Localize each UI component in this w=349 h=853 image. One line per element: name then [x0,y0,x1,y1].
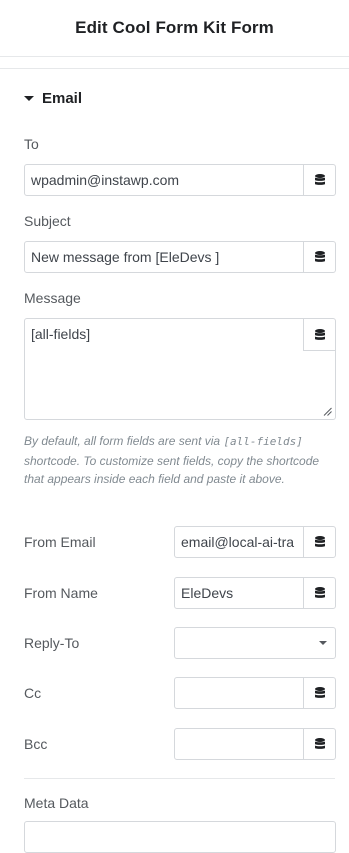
help-note-code: [all-fields] [223,435,303,448]
help-note-after: shortcode. To customize sent fields, cop… [24,453,320,487]
from-email-label: From Email [24,534,96,550]
message-dynamic-tags-button[interactable] [303,319,335,351]
help-note-before: By default, all form fields are sent via [24,434,224,448]
database-icon [314,687,325,698]
cc-dynamic-tags-button[interactable] [303,678,335,708]
panel-header: Edit Cool Form Kit Form [0,0,349,57]
database-icon [314,536,325,547]
from-email-input[interactable]: email@local-ai-tra [181,527,301,557]
database-icon [314,738,325,749]
cc-input[interactable] [181,678,301,708]
to-dynamic-tags-button[interactable] [303,165,335,195]
section-divider [24,778,335,779]
database-icon [314,251,325,262]
cc-field[interactable] [174,677,336,709]
database-icon [314,328,325,340]
bcc-input[interactable] [181,729,301,759]
from-email-dynamic-tags-button[interactable] [303,527,335,557]
cc-label: Cc [24,685,42,701]
caret-down-icon [24,96,34,101]
from-name-input[interactable]: EleDevs [181,578,301,608]
email-section-toggle[interactable]: Email [24,88,82,108]
from-name-label: From Name [24,585,98,601]
message-input[interactable]: [all-fields] [31,326,295,342]
reply-to-value[interactable] [181,628,301,658]
from-name-field[interactable]: EleDevs [174,577,336,609]
meta-data-label: Meta Data [24,795,89,811]
section-title: Email [42,89,83,107]
subject-label: Subject [24,213,71,229]
bcc-label: Bcc [24,736,48,752]
subject-input[interactable]: New message from [EleDevs ] [31,242,301,272]
bcc-dynamic-tags-button[interactable] [303,729,335,759]
reply-to-label: Reply-To [24,635,80,651]
meta-data-field[interactable] [24,821,336,853]
subject-dynamic-tags-button[interactable] [303,242,335,272]
reply-to-select[interactable] [174,627,336,659]
chevron-down-icon [319,641,327,645]
to-field[interactable]: wpadmin@instawp.com [24,164,336,196]
subject-field[interactable]: New message from [EleDevs ] [24,241,336,273]
to-input[interactable]: wpadmin@instawp.com [31,165,301,195]
database-icon [314,587,325,598]
database-icon [314,174,325,185]
bcc-field[interactable] [174,728,336,760]
to-label: To [24,136,39,152]
help-note: By default, all form fields are sent via… [24,432,334,489]
from-name-dynamic-tags-button[interactable] [303,578,335,608]
from-email-field[interactable]: email@local-ai-tra [174,526,336,558]
resize-handle-icon[interactable] [323,407,332,416]
message-textarea[interactable]: [all-fields] [24,318,336,420]
header-divider-band [0,57,349,69]
panel-title: Edit Cool Form Kit Form [75,18,274,37]
message-label: Message [24,290,81,306]
